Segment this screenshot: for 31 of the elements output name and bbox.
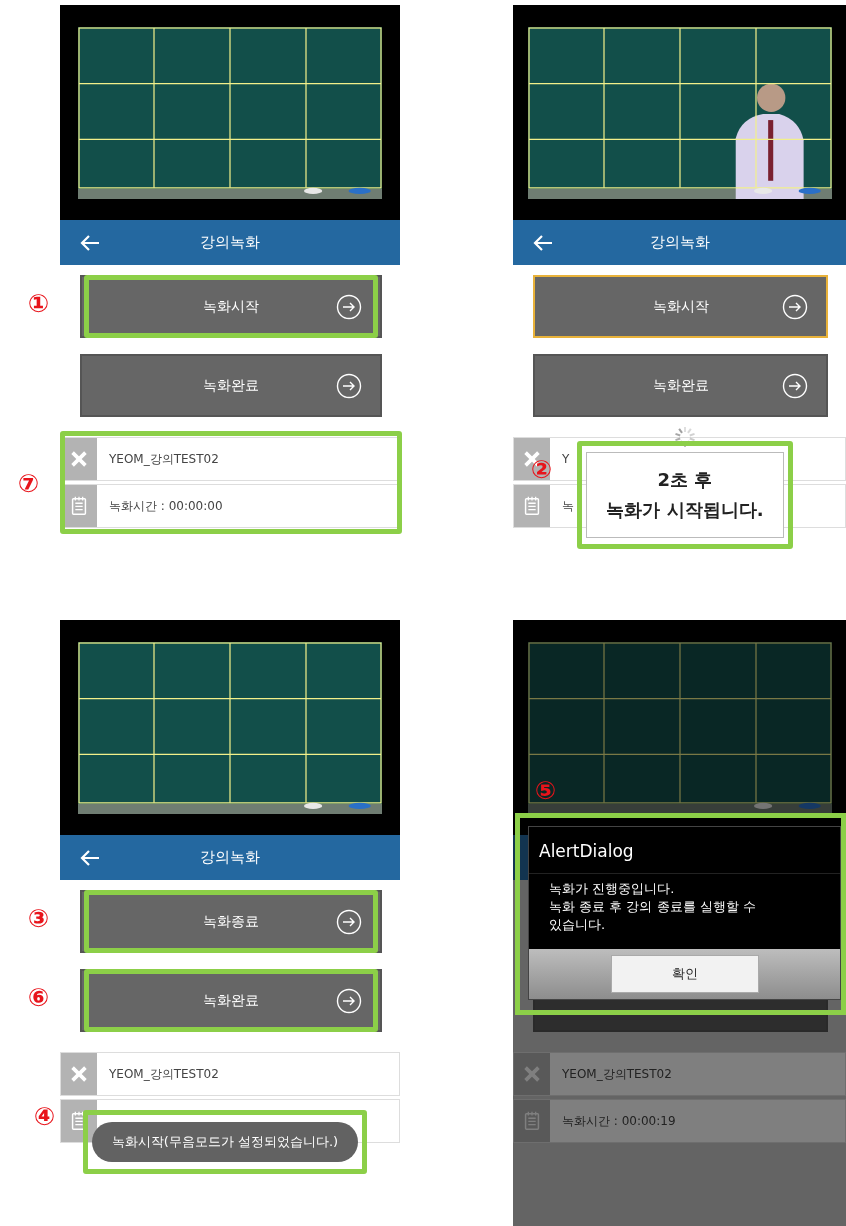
action-button[interactable]: 녹화시작 — [533, 275, 828, 338]
info-text: YEOM_강의TEST02 — [109, 1065, 219, 1083]
confirm-button[interactable]: 확인 — [610, 954, 759, 993]
arrow-circle-icon — [782, 373, 808, 399]
action-button[interactable]: 녹화완료 — [533, 354, 828, 417]
step-number: ④ — [34, 1104, 56, 1129]
step-number: ② — [531, 457, 553, 482]
toast-message: 2초 후 녹화가 시작됩니다. — [586, 452, 784, 538]
info-text: YEOM_강의TEST02 — [562, 1065, 672, 1083]
info-text: 녹화시간 : 00:00:19 — [562, 1112, 676, 1130]
screen-title: 강의녹화 — [649, 233, 710, 252]
info-text: Y — [562, 452, 570, 466]
step-number: ⑥ — [28, 985, 50, 1010]
arrow-circle-icon — [336, 373, 362, 399]
arrow-circle-icon — [782, 294, 808, 320]
arrow-circle-icon — [336, 988, 362, 1014]
action-button[interactable]: 녹화완료 — [80, 354, 382, 417]
arrow-circle-icon — [336, 294, 362, 320]
arrow-circle-icon — [336, 909, 362, 935]
step-number: ⑦ — [18, 471, 40, 496]
step-number: ① — [28, 291, 50, 316]
step-number: ⑤ — [535, 778, 557, 803]
info-text: 녹 — [562, 497, 574, 515]
dialog-title: AlertDialog — [529, 827, 840, 874]
info-text: YEOM_강의TEST02 — [109, 450, 219, 468]
dialog-message: 녹화가 진행중입니다. 녹화 종료 후 강의 종료를 실행할 수 있습니다. — [548, 880, 757, 935]
screen-title: 강의녹화 — [200, 233, 260, 252]
toast-message: 녹화시작(무음모드가 설정되었습니다.) — [92, 1122, 358, 1162]
step-number: ③ — [28, 906, 50, 931]
info-text: 녹화시간 : 00:00:00 — [109, 497, 223, 515]
screen-title: 강의녹화 — [200, 848, 260, 867]
